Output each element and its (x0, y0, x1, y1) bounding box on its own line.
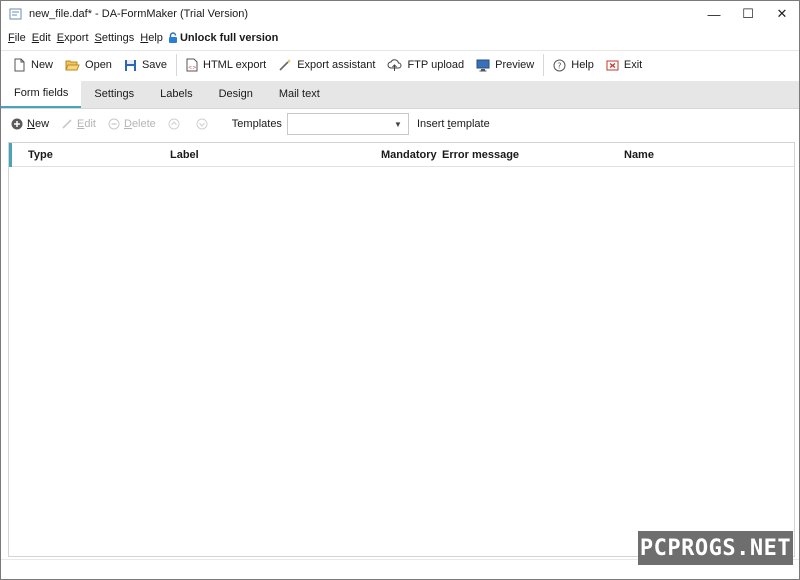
menu-export[interactable]: Export (54, 32, 92, 44)
open-folder-icon (65, 60, 80, 70)
html-export-button[interactable]: <> HTML export (180, 53, 272, 77)
column-header-error-message[interactable]: Error message (442, 149, 519, 161)
edit-field-button[interactable]: Edit (61, 118, 96, 130)
pencil-icon (62, 119, 72, 129)
templates-dropdown[interactable]: ▼ (286, 113, 409, 135)
svg-text:<>: <> (188, 65, 196, 71)
toolbar-separator (176, 54, 178, 76)
new-field-button[interactable]: New (11, 118, 49, 130)
column-header-mandatory[interactable]: Mandatory (381, 149, 437, 161)
form-fields-toolbar: New Edit Delete Templates ▼ Insert templ… (1, 111, 799, 137)
column-header-label[interactable]: Label (170, 149, 199, 161)
monitor-icon (476, 59, 490, 71)
menu-settings[interactable]: Settings (92, 32, 138, 44)
help-icon: ? (553, 59, 566, 71)
tab-settings[interactable]: Settings (81, 80, 147, 108)
html-file-icon: <> (186, 58, 198, 72)
arrow-down-icon (196, 118, 208, 130)
templates-label: Templates (231, 118, 282, 130)
tab-mail-text[interactable]: Mail text (266, 80, 333, 108)
arrow-up-icon (168, 118, 180, 130)
tab-form-fields[interactable]: Form fields (1, 80, 82, 108)
main-toolbar: New Open Save <> HTML export Export assi… (1, 50, 799, 79)
new-button[interactable]: New (7, 53, 59, 77)
menu-file[interactable]: File (5, 32, 29, 44)
save-button[interactable]: Save (118, 53, 173, 77)
exit-icon (606, 60, 619, 70)
magic-wand-icon (279, 59, 292, 71)
toolbar-separator (543, 54, 545, 76)
column-header-name[interactable]: Name (624, 149, 654, 161)
floppy-disk-icon (124, 59, 136, 71)
insert-template-button[interactable]: Insert template (417, 118, 490, 130)
menu-edit[interactable]: Edit (29, 32, 54, 44)
menu-help[interactable]: Help (137, 32, 166, 44)
add-circle-icon (11, 118, 23, 130)
unlock-full-version-link[interactable]: Unlock full version (166, 32, 281, 44)
remove-circle-icon (108, 118, 120, 130)
new-file-icon (14, 58, 25, 72)
row-indicator (9, 143, 12, 167)
preview-button[interactable]: Preview (470, 53, 540, 77)
svg-text:?: ? (557, 61, 561, 70)
app-icon (9, 7, 23, 21)
grid-header: Type Label Mandatory Error message Name (9, 143, 794, 167)
close-button[interactable]: ✕ (765, 1, 799, 27)
cloud-upload-icon (388, 58, 402, 71)
menu-bar: File Edit Export Settings Help Unlock fu… (1, 28, 799, 48)
delete-field-button[interactable]: Delete (108, 118, 156, 130)
ftp-upload-button[interactable]: FTP upload (381, 53, 470, 77)
tab-strip: Form fields Settings Labels Design Mail … (1, 80, 799, 109)
help-button[interactable]: ? Help (547, 53, 600, 77)
form-fields-grid[interactable]: Type Label Mandatory Error message Name (8, 142, 795, 557)
move-up-button[interactable] (168, 118, 184, 130)
watermark-logo: PCPROGS.NET (638, 531, 793, 565)
tab-labels[interactable]: Labels (147, 80, 205, 108)
open-button[interactable]: Open (59, 53, 118, 77)
minimize-button[interactable]: — (697, 1, 731, 27)
app-window: new_file.daf* - DA-FormMaker (Trial Vers… (0, 0, 800, 580)
window-controls: — ☐ ✕ (697, 1, 799, 27)
lock-icon (168, 32, 177, 43)
exit-button[interactable]: Exit (600, 53, 648, 77)
export-assistant-button[interactable]: Export assistant (272, 53, 381, 77)
window-title: new_file.daf* - DA-FormMaker (Trial Vers… (29, 8, 249, 20)
maximize-button[interactable]: ☐ (731, 1, 765, 27)
chevron-down-icon: ▼ (394, 120, 402, 129)
column-header-type[interactable]: Type (28, 149, 53, 161)
move-down-button[interactable] (196, 118, 212, 130)
title-bar[interactable]: new_file.daf* - DA-FormMaker (Trial Vers… (1, 1, 799, 27)
tab-design[interactable]: Design (206, 80, 266, 108)
